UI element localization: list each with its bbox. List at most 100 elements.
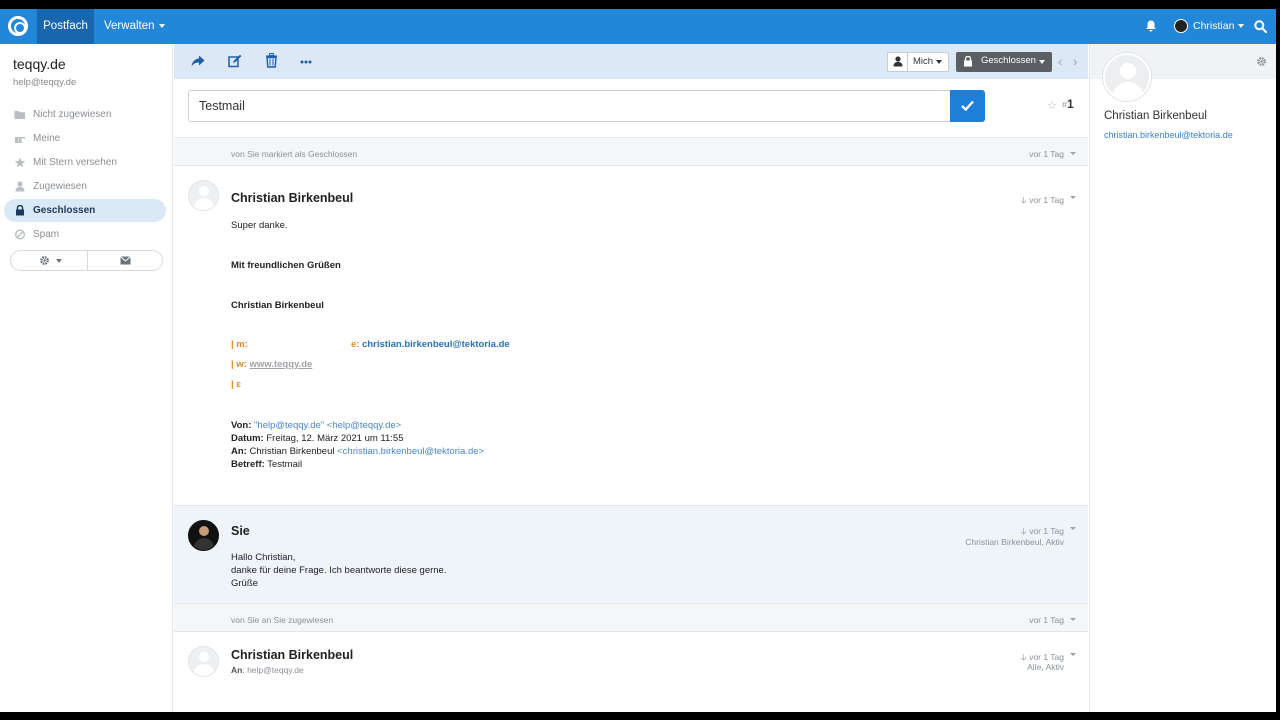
chevron-down-icon[interactable]	[1070, 196, 1076, 199]
mailbox-settings-button[interactable]	[11, 251, 87, 270]
subject-row: ☆ #1	[174, 79, 1088, 138]
avatar	[188, 646, 219, 677]
trash-icon[interactable]	[265, 53, 278, 68]
conversation-toolbar: Mich Geschlossen ‹ ›	[174, 44, 1088, 79]
chevron-down-icon[interactable]	[1070, 152, 1076, 155]
quoted-header-from: Von: "help@teqqy.de" <help@teqqy.de>	[231, 419, 401, 433]
thread-to-line: An: help@teqqy.de	[231, 665, 304, 675]
assignee-label: Mich	[913, 56, 934, 67]
edit-note-icon[interactable]	[228, 54, 242, 68]
line-item-time: vor 1 Tag	[1029, 149, 1064, 159]
thread-body-line: Super danke.	[231, 220, 288, 231]
prev-conversation-icon[interactable]: ‹	[1058, 55, 1062, 68]
line-item-text: von Sie an Sie zugewiesen	[231, 615, 334, 625]
thread-recipients: Alle, Aktiv	[1027, 662, 1064, 672]
chevron-down-icon	[1238, 24, 1245, 29]
arrow-down-icon: 🡣	[1020, 526, 1027, 536]
thread-agent-reply: Sie 🡣 vor 1 Tag Christian Birkenbeul, Ak…	[174, 506, 1088, 604]
subject-value: Testmail	[267, 459, 303, 470]
customer-name[interactable]: Christian Birkenbeul	[1104, 110, 1207, 122]
thread-author[interactable]: Sie	[231, 524, 250, 538]
thread-body-line: danke für deine Frage. Ich beantworte di…	[231, 565, 447, 576]
forward-icon[interactable]	[191, 55, 205, 67]
tab-verwalten[interactable]: Verwalten	[94, 9, 175, 44]
sidebar-item-nicht-zugewiesen[interactable]: Nicht zugewiesen	[4, 103, 166, 126]
lock-icon	[964, 56, 972, 67]
chevron-down-icon[interactable]	[1070, 653, 1076, 656]
gear-icon	[40, 256, 49, 265]
signature-email-link[interactable]: christian.birkenbeul@tektoria.de	[362, 339, 510, 350]
next-conversation-icon[interactable]: ›	[1073, 55, 1077, 68]
star-icon	[14, 157, 26, 168]
mailbox-sidebar: teqqy.de help@teqqy.de Nicht zugewiesen …	[0, 44, 173, 712]
to-label: An:	[231, 446, 247, 457]
folder-icon	[14, 111, 25, 119]
signature-row-extra: | ɛ	[231, 379, 241, 390]
new-conversation-button[interactable]	[88, 251, 163, 270]
app-window: Postfach Verwalten Christian teqqy.de he…	[0, 9, 1276, 712]
line-item-assignment: von Sie an Sie zugewiesen vor 1 Tag	[174, 604, 1088, 632]
avatar	[188, 180, 219, 211]
chevron-down-icon[interactable]	[1070, 527, 1076, 530]
bell-icon[interactable]	[1145, 20, 1157, 32]
star-icon[interactable]: ☆	[1047, 99, 1057, 112]
ban-icon	[14, 229, 26, 240]
user-name: Christian	[1193, 20, 1235, 32]
thread-author[interactable]: Christian Birkenbeul	[231, 648, 353, 662]
gear-icon[interactable]	[1256, 56, 1267, 67]
chevron-down-icon	[1039, 60, 1045, 64]
sidebar-item-meine[interactable]: Meine	[4, 127, 166, 150]
thread-body-line: Hallo Christian,	[231, 552, 296, 563]
mailbox-actions	[10, 250, 163, 271]
helpdesk-logo-icon[interactable]	[8, 16, 28, 36]
thread-author[interactable]: Christian Birkenbeul	[231, 191, 353, 205]
sidebar-item-mit-stern[interactable]: Mit Stern versehen	[4, 151, 166, 174]
assignee-dropdown[interactable]: Mich	[887, 52, 949, 72]
more-icon[interactable]	[300, 60, 312, 64]
tab-label: Postfach	[43, 20, 88, 32]
sidebar-item-label: Geschlossen	[33, 205, 96, 216]
thread-time-text: vor 1 Tag	[1029, 526, 1064, 536]
mailbox-name[interactable]: teqqy.de	[13, 56, 66, 72]
subject-label: Betreff:	[231, 459, 265, 470]
signature-web-link[interactable]: www.teqqy.de	[250, 359, 313, 370]
line-item-status-change: von Sie markiert als Geschlossen vor 1 T…	[174, 138, 1088, 166]
sidebar-item-spam[interactable]: Spam	[4, 223, 166, 246]
sidebar-item-zugewiesen[interactable]: Zugewiesen	[4, 175, 166, 198]
tab-postfach[interactable]: Postfach	[37, 9, 94, 44]
subject-input[interactable]	[188, 90, 951, 122]
sidebar-item-label: Meine	[33, 133, 61, 144]
customer-email[interactable]: christian.birkenbeul@tektoria.de	[1104, 130, 1233, 140]
from-label: Von:	[231, 420, 252, 431]
thread-time: 🡣 vor 1 Tag	[1020, 193, 1064, 209]
quoted-header-to: An: Christian Birkenbeul <christian.birk…	[231, 445, 484, 459]
to-label: An	[231, 665, 243, 675]
avatar	[188, 520, 219, 551]
to-email[interactable]: <christian.birkenbeul@tektoria.de>	[337, 446, 484, 457]
quoted-header-subject: Betreff: Testmail	[231, 458, 302, 472]
status-dropdown[interactable]: Geschlossen	[956, 52, 1052, 72]
signature-w-label: | w:	[231, 359, 247, 370]
subject-save-button[interactable]	[950, 90, 985, 122]
tab-label: Verwalten	[104, 20, 155, 32]
search-icon[interactable]	[1254, 20, 1267, 33]
sidebar-item-geschlossen[interactable]: Geschlossen	[4, 199, 166, 222]
signature-row-phone: | m:	[231, 339, 248, 350]
assignee-person	[888, 53, 908, 71]
from-value[interactable]: "help@teqqy.de" <help@teqqy.de>	[254, 420, 401, 431]
signature-m-label: | m:	[231, 339, 248, 350]
signature-extra: | ɛ	[231, 379, 242, 390]
chevron-down-icon[interactable]	[1070, 618, 1076, 621]
user-icon	[893, 56, 903, 67]
thread-recipients: Christian Birkenbeul, Aktiv	[965, 537, 1064, 547]
line-item-time: vor 1 Tag	[1029, 615, 1064, 625]
to-value: help@teqqy.de	[247, 665, 304, 675]
customer-sidebar: Christian Birkenbeul christian.birkenbeu…	[1089, 44, 1276, 712]
sidebar-item-label: Mit Stern versehen	[33, 157, 117, 168]
signature-row-web: | w: www.teqqy.de	[231, 359, 312, 370]
arrow-down-icon: 🡣	[1020, 195, 1027, 205]
lock-icon	[16, 205, 24, 216]
chevron-down-icon	[56, 259, 62, 263]
chevron-down-icon	[936, 60, 942, 64]
user-menu[interactable]: Christian	[1183, 9, 1254, 44]
